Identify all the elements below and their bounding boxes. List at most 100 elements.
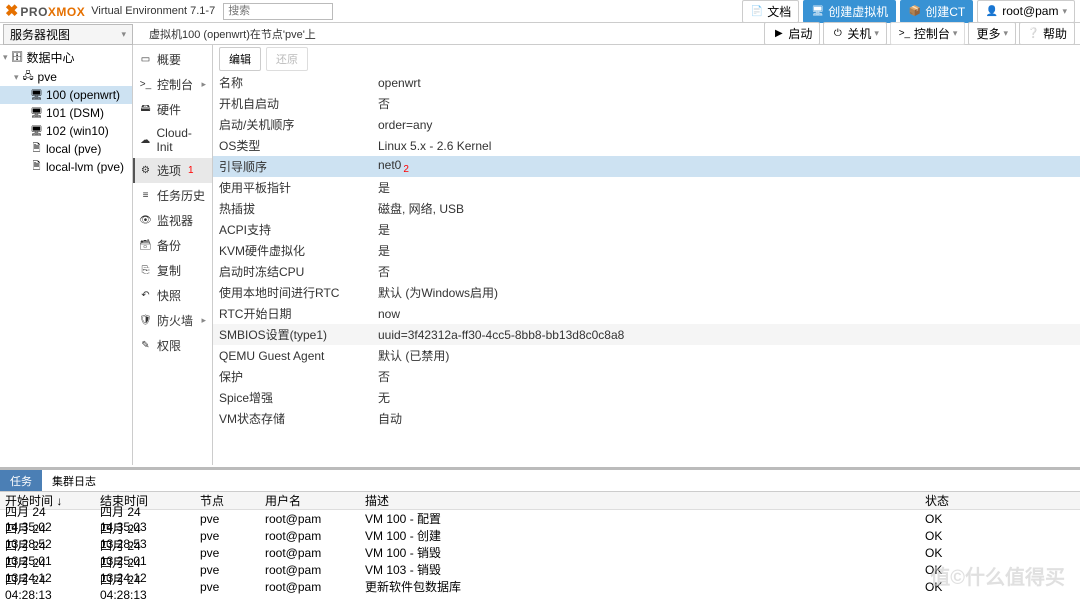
options-icon: ⚙ — [139, 164, 152, 177]
nav-item[interactable]: ↶ 快照 — [133, 283, 212, 308]
tree-item-label: 102 (win10) — [46, 124, 109, 138]
nav-item[interactable]: 🛡防火墙▸ — [133, 308, 212, 333]
tree-item[interactable]: 🖥102 (win10) — [0, 122, 132, 140]
console-button[interactable]: >_控制台▾ — [890, 22, 966, 45]
option-value: 默认 (为Windows启用) — [378, 284, 1080, 301]
server-icon: 🗄 — [11, 51, 24, 64]
option-value: 否 — [378, 368, 1080, 385]
nav-item-label: 控制台 — [157, 76, 193, 93]
tree-item[interactable]: ▾🖧pve — [0, 68, 132, 86]
option-key: 引导顺序 — [213, 158, 378, 175]
option-row[interactable]: 名称openwrt — [213, 72, 1080, 93]
option-row[interactable]: KVM硬件虚拟化是 — [213, 240, 1080, 261]
col-node[interactable]: 节点 — [195, 490, 260, 511]
start-button[interactable]: ▶启动 — [764, 22, 820, 45]
option-value: 是 — [378, 242, 1080, 259]
user-menu[interactable]: 👤root@pam▾ — [977, 0, 1075, 23]
option-row[interactable]: VM状态存储自动 — [213, 408, 1080, 429]
option-value: 是 — [378, 221, 1080, 238]
nav-item-label: 任务历史 — [157, 187, 205, 204]
edit-button[interactable]: 编辑 — [219, 47, 261, 71]
vm-icon: 🖥 — [30, 89, 43, 102]
option-value: 是 — [378, 179, 1080, 196]
option-key: QEMU Guest Agent — [213, 349, 378, 363]
option-row[interactable]: OS类型Linux 5.x - 2.6 Kernel — [213, 135, 1080, 156]
option-row[interactable]: 引导顺序net02 — [213, 156, 1080, 177]
nav-item[interactable]: ≡任务历史 — [133, 183, 212, 208]
nav-item[interactable]: ☁Cloud-Init — [133, 122, 212, 158]
chevron-right-icon: ▸ — [201, 315, 206, 326]
option-row[interactable]: 使用本地时间进行RTC默认 (为Windows启用) — [213, 282, 1080, 303]
tree-item[interactable]: 🗎local (pve) — [0, 140, 132, 158]
nav-item[interactable]: ⚙选项1 — [133, 158, 212, 183]
user-icon: 👤 — [985, 5, 998, 18]
help-button[interactable]: ❔帮助 — [1019, 22, 1075, 45]
tree-item[interactable]: ▾🗄数据中心 — [0, 47, 132, 68]
option-row[interactable]: 保护否 — [213, 366, 1080, 387]
nav-item-label: 备份 — [157, 237, 181, 254]
option-row[interactable]: 开机自启动否 — [213, 93, 1080, 114]
tab-cluster-log[interactable]: 集群日志 — [42, 470, 106, 491]
option-row[interactable]: Spice增强无 — [213, 387, 1080, 408]
power-icon: ⏻ — [831, 27, 844, 40]
nav-item[interactable]: ✎权限 — [133, 333, 212, 358]
chevron-down-icon: ▾ — [121, 29, 126, 40]
search-input[interactable] — [223, 3, 333, 20]
create-ct-button[interactable]: 📦创建CT — [900, 0, 973, 23]
option-row[interactable]: 使用平板指针是 — [213, 177, 1080, 198]
monitor-icon: 👁 — [139, 214, 152, 227]
log-panel: 任务 集群日志 开始时间 ↓ 结束时间 节点 用户名 描述 状态 四月 24 1… — [0, 467, 1080, 602]
play-icon: ▶ — [772, 27, 785, 40]
version-label: Virtual Environment 7.1-7 — [91, 5, 215, 17]
option-row[interactable]: 启动时冻结CPU否 — [213, 261, 1080, 282]
nav-item[interactable]: >_控制台▸ — [133, 72, 212, 97]
option-row[interactable]: RTC开始日期now — [213, 303, 1080, 324]
storage-icon: 🗎 — [30, 143, 43, 156]
nav-item[interactable]: ⎘复制 — [133, 258, 212, 283]
option-key: OS类型 — [213, 137, 378, 154]
option-row[interactable]: 启动/关机顺序order=any — [213, 114, 1080, 135]
nav-item-label: 快照 — [157, 287, 181, 304]
option-key: 启动时冻结CPU — [213, 263, 378, 280]
option-value: 磁盘, 网络, USB — [378, 200, 1080, 217]
option-key: KVM硬件虚拟化 — [213, 242, 378, 259]
snapshot-icon: ↶ — [139, 289, 152, 302]
option-row[interactable]: ACPI支持是 — [213, 219, 1080, 240]
docs-button[interactable]: 📄文档 — [742, 0, 799, 23]
log-row[interactable]: 四月 24 04:28:13四月 24 04:28:13pveroot@pam更… — [0, 578, 1080, 595]
col-user[interactable]: 用户名 — [260, 490, 360, 511]
view-selector[interactable]: 服务器视图▾ — [3, 24, 133, 45]
shutdown-button[interactable]: ⏻关机▾ — [823, 22, 887, 45]
revert-button[interactable]: 还原 — [266, 47, 308, 71]
option-row[interactable]: 热插拔磁盘, 网络, USB — [213, 198, 1080, 219]
tree-item[interactable]: 🗎local-lvm (pve) — [0, 158, 132, 176]
option-key: 名称 — [213, 74, 378, 91]
nav-item[interactable]: 🗃 备份 — [133, 233, 212, 258]
tree-item[interactable]: 🖥101 (DSM) — [0, 104, 132, 122]
col-status[interactable]: 状态 — [920, 490, 1040, 511]
tree-item-label: 100 (openwrt) — [46, 88, 120, 102]
option-row[interactable]: SMBIOS设置(type1)uuid=3f42312a-ff30-4cc5-8… — [213, 324, 1080, 345]
option-key: 开机自启动 — [213, 95, 378, 112]
option-row[interactable]: QEMU Guest Agent默认 (已禁用) — [213, 345, 1080, 366]
tree-item[interactable]: 🖥100 (openwrt) — [0, 86, 132, 104]
firewall-icon: 🛡 — [139, 314, 152, 327]
nav-item[interactable]: 🖴 硬件 — [133, 97, 212, 122]
nav-item[interactable]: ▭概要 — [133, 47, 212, 72]
expand-icon: ▾ — [14, 72, 19, 83]
create-vm-button[interactable]: 🖥创建虚拟机 — [803, 0, 896, 23]
monitor-icon: 🖥 — [811, 5, 824, 18]
hardware-icon: 🖴 — [139, 103, 152, 116]
breadcrumb: 虚拟机100 (openwrt)在节点'pve'上 — [133, 23, 764, 44]
more-button[interactable]: 更多▾ — [968, 22, 1016, 45]
option-value: 否 — [378, 263, 1080, 280]
backup-icon: 🗃 — [139, 239, 152, 252]
expand-icon: ▾ — [3, 52, 8, 63]
option-value: order=any — [378, 118, 1080, 132]
help-icon: ❔ — [1027, 27, 1040, 40]
replication-icon: ⎘ — [139, 264, 152, 277]
options-grid: 名称openwrt开机自启动否启动/关机顺序order=anyOS类型Linux… — [213, 72, 1080, 465]
nav-item[interactable]: 👁监视器 — [133, 208, 212, 233]
nav-item-label: 硬件 — [157, 101, 181, 118]
tab-tasks[interactable]: 任务 — [0, 470, 42, 491]
